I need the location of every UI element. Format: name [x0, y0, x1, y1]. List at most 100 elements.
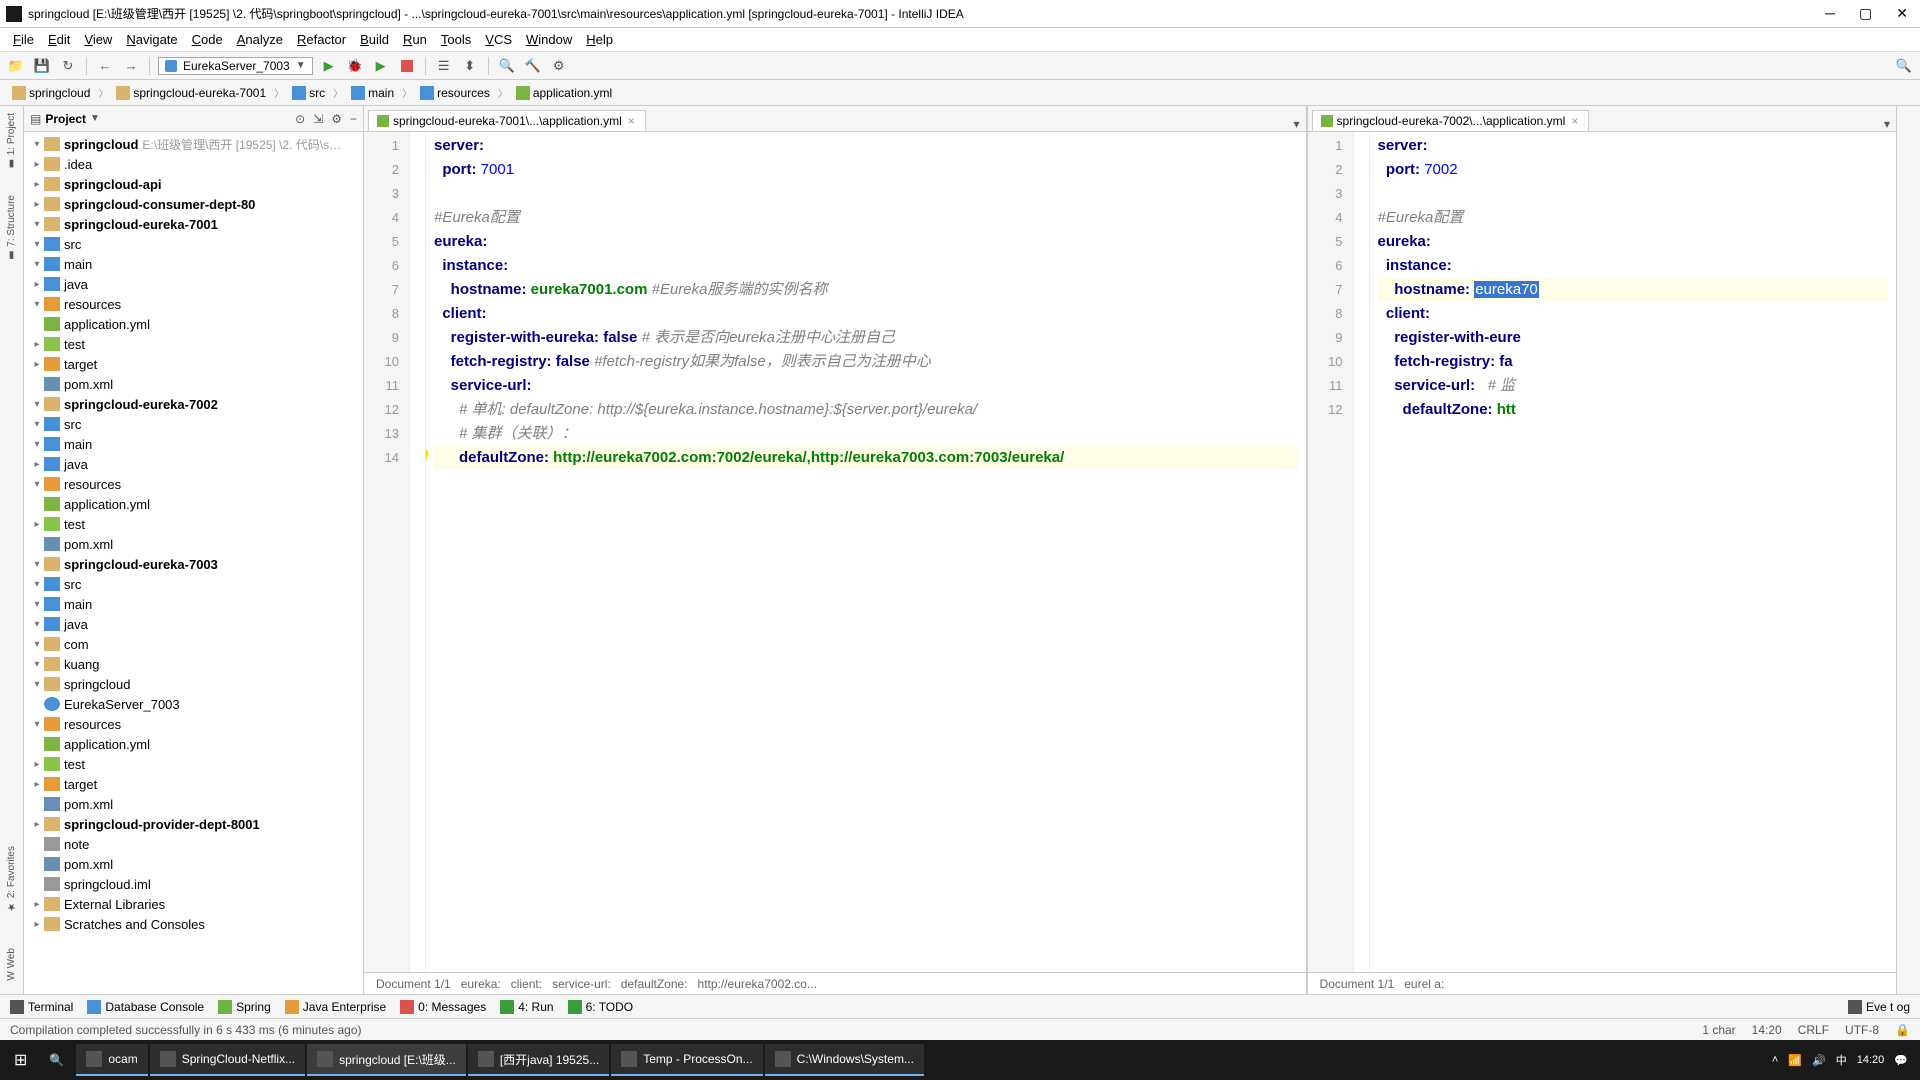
tree-node[interactable]: ▾kuang [24, 654, 363, 674]
tree-node[interactable]: springcloud.iml [24, 874, 363, 894]
structure-icon[interactable]: ☰ [434, 56, 454, 76]
nav-crumb[interactable]: springcloud [6, 85, 96, 101]
tree-node[interactable]: ▾springcloud-eureka-7003 [24, 554, 363, 574]
tree-node[interactable]: ▸java [24, 454, 363, 474]
menu-window[interactable]: Window [519, 32, 579, 47]
nav-crumb[interactable]: src [286, 85, 331, 101]
taskbar-item[interactable]: [西开java] 19525... [468, 1044, 609, 1076]
tool-terminal[interactable]: Terminal [10, 1000, 73, 1014]
tree-node[interactable]: ▾src [24, 414, 363, 434]
tool-jee[interactable]: Java Enterprise [285, 1000, 386, 1014]
fold-gutter[interactable] [410, 132, 426, 972]
tree-node[interactable]: application.yml [24, 314, 363, 334]
tree-node[interactable]: ▾main [24, 594, 363, 614]
project-tree[interactable]: ▾springcloudE:\班级管理\西开 [19525] \2. 代码\s…… [24, 132, 363, 994]
collapse-icon[interactable]: ⇲ [313, 112, 323, 126]
tree-node[interactable]: ▾springcloudE:\班级管理\西开 [19525] \2. 代码\s… [24, 134, 363, 154]
tree-node[interactable]: pom.xml [24, 854, 363, 874]
code-area-left[interactable]: server: port: 7001 #Eureka配置 eureka: ins… [426, 132, 1306, 972]
hierarchy-icon[interactable]: ⬍ [460, 56, 480, 76]
tool-web[interactable]: W Web [6, 945, 17, 984]
menu-navigate[interactable]: Navigate [119, 32, 184, 47]
tree-node[interactable]: ▸External Libraries [24, 894, 363, 914]
notifications-icon[interactable]: 💬 [1894, 1054, 1908, 1067]
nav-crumb[interactable]: springcloud-eureka-7001 [110, 85, 272, 101]
tree-node[interactable]: ▸target [24, 354, 363, 374]
hide-icon[interactable]: − [350, 112, 357, 126]
search-everywhere-icon[interactable]: 🔍 [1894, 56, 1914, 76]
build-icon[interactable]: 🔨 [523, 56, 543, 76]
chevron-down-icon[interactable]: ▼ [90, 113, 100, 124]
tree-node[interactable]: application.yml [24, 734, 363, 754]
tree-node[interactable]: application.yml [24, 494, 363, 514]
tray-network-icon[interactable]: 📶 [1788, 1054, 1802, 1067]
tree-node[interactable]: ▾resources [24, 714, 363, 734]
menu-tools[interactable]: Tools [434, 32, 478, 47]
locate-icon[interactable]: ⊙ [295, 112, 305, 126]
forward-icon[interactable]: → [121, 56, 141, 76]
editor-body-left[interactable]: 1234567891011121314 server: port: 7001 #… [364, 132, 1306, 972]
nav-crumb[interactable]: application.yml [510, 85, 618, 101]
tree-node[interactable]: ▸test [24, 514, 363, 534]
tree-node[interactable]: ▸Scratches and Consoles [24, 914, 363, 934]
tray-up-icon[interactable]: ˄ [1772, 1054, 1778, 1066]
tree-node[interactable]: ▾springcloud [24, 674, 363, 694]
tab-application-yml-7001[interactable]: springcloud-eureka-7001\...\application.… [368, 110, 646, 131]
tray-volume-icon[interactable]: 🔊 [1812, 1054, 1826, 1067]
tree-node[interactable]: ▾resources [24, 294, 363, 314]
search-icon[interactable]: 🔍 [497, 56, 517, 76]
tree-node[interactable]: ▾main [24, 254, 363, 274]
tree-node[interactable]: ▸springcloud-provider-dept-8001 [24, 814, 363, 834]
run-icon[interactable]: ▶ [319, 56, 339, 76]
tray-ime-icon[interactable]: 中 [1836, 1052, 1847, 1068]
tool-run[interactable]: 4: Run [500, 1000, 553, 1014]
project-view-icon[interactable]: ▤ [30, 112, 41, 126]
open-icon[interactable]: 📁 [6, 56, 26, 76]
fold-gutter[interactable] [1354, 132, 1370, 972]
tree-node[interactable]: ▸test [24, 334, 363, 354]
tree-node[interactable]: ▸springcloud-consumer-dept-80 [24, 194, 363, 214]
code-area-right[interactable]: server: port: 7002 #Eureka配置 eureka: ins… [1370, 132, 1896, 972]
back-icon[interactable]: ← [95, 56, 115, 76]
status-linesep[interactable]: CRLF [1798, 1023, 1829, 1037]
tree-node[interactable]: ▸.idea [24, 154, 363, 174]
tree-node[interactable]: ▾src [24, 234, 363, 254]
tab-application-yml-7002[interactable]: springcloud-eureka-7002\...\application.… [1312, 110, 1590, 131]
coverage-icon[interactable]: ▶ [371, 56, 391, 76]
save-all-icon[interactable]: 💾 [32, 56, 52, 76]
tab-options-icon[interactable]: ▾ [1878, 117, 1896, 131]
debug-icon[interactable]: 🐞 [345, 56, 365, 76]
close-button[interactable]: ✕ [1890, 5, 1914, 22]
taskbar-item[interactable]: SpringCloud-Netflix... [150, 1044, 305, 1076]
tray-clock[interactable]: 14:20 [1857, 1054, 1885, 1066]
tree-node[interactable]: EurekaServer_7003 [24, 694, 363, 714]
search-taskbar[interactable]: 🔍 [39, 1044, 74, 1076]
taskbar-item[interactable]: ocam [76, 1044, 147, 1076]
tree-node[interactable]: ▸springcloud-api [24, 174, 363, 194]
tree-node[interactable]: ▾java [24, 614, 363, 634]
tool-todo[interactable]: 6: TODO [568, 1000, 634, 1014]
tree-node[interactable]: ▾springcloud-eureka-7001 [24, 214, 363, 234]
sync-icon[interactable]: ↻ [58, 56, 78, 76]
start-button[interactable]: ⊞ [4, 1044, 37, 1076]
tree-node[interactable]: ▾springcloud-eureka-7002 [24, 394, 363, 414]
lock-icon[interactable]: 🔒 [1895, 1023, 1910, 1037]
intention-bulb-icon[interactable]: 💡 [426, 446, 433, 470]
menu-refactor[interactable]: Refactor [290, 32, 353, 47]
tool-favorites[interactable]: ★ 2: Favorites [6, 843, 17, 915]
run-config-selector[interactable]: EurekaServer_7003 ▼ [158, 57, 313, 75]
taskbar-item[interactable]: Temp - ProcessOn... [611, 1044, 762, 1076]
close-tab-icon[interactable]: × [626, 114, 637, 128]
status-encoding[interactable]: UTF-8 [1845, 1023, 1879, 1037]
menu-file[interactable]: File [6, 32, 41, 47]
tree-node[interactable]: ▾resources [24, 474, 363, 494]
gear-icon[interactable]: ⚙ [331, 112, 342, 126]
nav-crumb[interactable]: resources [414, 85, 496, 101]
tree-node[interactable]: note [24, 834, 363, 854]
tree-node[interactable]: ▾src [24, 574, 363, 594]
tool-db-console[interactable]: Database Console [87, 1000, 204, 1014]
taskbar-item[interactable]: C:\Windows\System... [765, 1044, 924, 1076]
minimize-button[interactable]: ─ [1819, 5, 1841, 22]
tree-node[interactable]: ▸java [24, 274, 363, 294]
taskbar-item[interactable]: springcloud [E:\班级... [307, 1044, 466, 1076]
